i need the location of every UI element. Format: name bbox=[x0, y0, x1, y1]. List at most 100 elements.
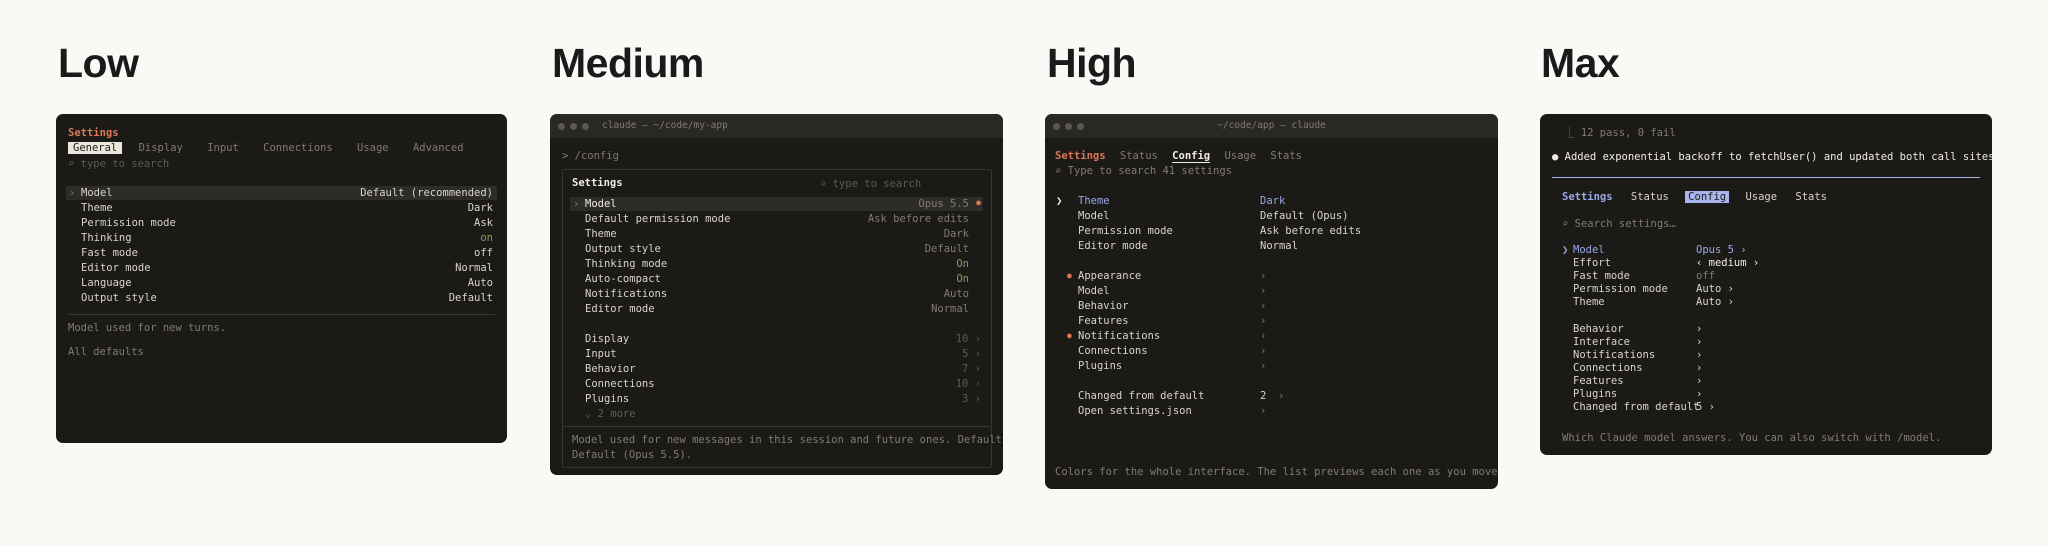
max-setting-value[interactable]: Auto › bbox=[1696, 296, 1734, 308]
low-setting-value[interactable]: Default (recommended) bbox=[360, 187, 493, 199]
max-group-value[interactable]: › bbox=[1696, 362, 1702, 374]
max-setting-label[interactable]: Effort bbox=[1573, 257, 1611, 269]
high-setting-value[interactable]: Dark bbox=[1260, 195, 1285, 207]
max-search-input[interactable]: ⌕ Search settings… bbox=[1562, 218, 1676, 230]
low-tab-advanced[interactable]: Advanced bbox=[413, 142, 464, 154]
max-tab-settings[interactable]: Settings bbox=[1562, 191, 1613, 203]
low-setting-label[interactable]: Thinking bbox=[81, 232, 132, 244]
max-setting-label[interactable]: Theme bbox=[1573, 296, 1605, 308]
medium-group-count[interactable]: 10 › bbox=[956, 333, 981, 345]
max-setting-label[interactable]: Fast mode bbox=[1573, 270, 1630, 282]
low-setting-label[interactable]: Editor mode bbox=[81, 262, 151, 274]
low-setting-value[interactable]: on bbox=[480, 232, 493, 244]
high-group-arrow[interactable]: › bbox=[1260, 330, 1266, 342]
high-setting-value[interactable]: Default (Opus) bbox=[1260, 210, 1349, 222]
low-setting-label[interactable]: Output style bbox=[81, 292, 157, 304]
medium-group-label[interactable]: Connections bbox=[585, 378, 655, 390]
window-minimize-icon[interactable] bbox=[570, 123, 577, 130]
high-group-arrow[interactable]: › bbox=[1260, 315, 1266, 327]
low-tab-input[interactable]: Input bbox=[207, 142, 239, 154]
high-group-arrow[interactable]: › bbox=[1260, 300, 1266, 312]
low-setting-value[interactable]: Normal bbox=[455, 262, 493, 274]
high-changed-count[interactable]: 2 bbox=[1260, 390, 1266, 402]
low-setting-value[interactable]: off bbox=[474, 247, 493, 259]
high-setting-label[interactable]: Editor mode bbox=[1078, 240, 1148, 252]
max-setting-value[interactable]: ‹ medium › bbox=[1696, 257, 1759, 269]
medium-setting-value[interactable]: Normal bbox=[931, 303, 969, 315]
low-search-input[interactable]: ⌕ type to search bbox=[68, 158, 169, 170]
max-setting-label[interactable]: Model bbox=[1573, 244, 1605, 256]
max-group-label[interactable]: Changed from default bbox=[1573, 401, 1699, 413]
low-setting-label[interactable]: Permission mode bbox=[81, 217, 176, 229]
window-close-icon[interactable] bbox=[558, 123, 565, 130]
max-group-value[interactable]: 5 › bbox=[1696, 401, 1715, 413]
high-setting-label[interactable]: Model bbox=[1078, 210, 1110, 222]
medium-setting-label[interactable]: Output style bbox=[585, 243, 661, 255]
medium-search-placeholder[interactable]: ⌕ type to search bbox=[820, 178, 921, 190]
high-setting-label[interactable]: Permission mode bbox=[1078, 225, 1173, 237]
max-tab-stats[interactable]: Stats bbox=[1795, 191, 1827, 203]
high-tab-stats[interactable]: Stats bbox=[1270, 150, 1302, 162]
medium-setting-label[interactable]: Notifications bbox=[585, 288, 667, 300]
high-setting-value[interactable]: Ask before edits bbox=[1260, 225, 1361, 237]
low-setting-value[interactable]: Default bbox=[449, 292, 493, 304]
max-setting-value[interactable]: Opus 5 › bbox=[1696, 244, 1747, 256]
max-group-label[interactable]: Notifications bbox=[1573, 349, 1655, 361]
medium-setting-value[interactable]: Ask before edits bbox=[868, 213, 969, 225]
window-maximize-icon[interactable] bbox=[582, 123, 589, 130]
low-setting-value[interactable]: Dark bbox=[468, 202, 493, 214]
high-setting-value[interactable]: Normal bbox=[1260, 240, 1298, 252]
medium-setting-value[interactable]: Opus 5.5 bbox=[918, 198, 969, 210]
max-group-label[interactable]: Interface bbox=[1573, 336, 1630, 348]
max-group-value[interactable]: › bbox=[1696, 388, 1702, 400]
low-setting-label[interactable]: Language bbox=[81, 277, 132, 289]
max-group-value[interactable]: › bbox=[1696, 323, 1702, 335]
medium-more-link[interactable]: ⌄ 2 more bbox=[585, 408, 636, 420]
medium-setting-value[interactable]: On bbox=[956, 258, 969, 270]
high-group-label[interactable]: Model bbox=[1078, 285, 1110, 297]
max-setting-value[interactable]: Auto › bbox=[1696, 283, 1734, 295]
low-setting-value[interactable]: Auto bbox=[468, 277, 493, 289]
low-setting-value[interactable]: Ask bbox=[474, 217, 493, 229]
high-group-arrow[interactable]: › bbox=[1260, 285, 1266, 297]
max-group-label[interactable]: Plugins bbox=[1573, 388, 1617, 400]
low-tab-connections[interactable]: Connections bbox=[263, 142, 333, 154]
medium-group-label[interactable]: Display bbox=[585, 333, 629, 345]
high-tab-settings[interactable]: Settings bbox=[1055, 150, 1106, 162]
medium-group-count[interactable]: 10 › bbox=[956, 378, 981, 390]
high-group-label[interactable]: Appearance bbox=[1078, 270, 1141, 282]
medium-group-label[interactable]: Behavior bbox=[585, 363, 636, 375]
low-tab-usage[interactable]: Usage bbox=[357, 142, 389, 154]
medium-setting-label[interactable]: Editor mode bbox=[585, 303, 655, 315]
high-tab-usage[interactable]: Usage bbox=[1224, 150, 1256, 162]
max-tab-status[interactable]: Status bbox=[1631, 191, 1669, 203]
low-setting-label[interactable]: Fast mode bbox=[81, 247, 138, 259]
medium-group-count[interactable]: 5 › bbox=[962, 348, 981, 360]
medium-setting-label[interactable]: Theme bbox=[585, 228, 617, 240]
low-setting-label[interactable]: Model bbox=[81, 187, 113, 199]
medium-group-label[interactable]: Input bbox=[585, 348, 617, 360]
max-group-value[interactable]: › bbox=[1696, 349, 1702, 361]
max-group-label[interactable]: Behavior bbox=[1573, 323, 1624, 335]
high-group-label[interactable]: Features bbox=[1078, 315, 1129, 327]
high-group-label[interactable]: Behavior bbox=[1078, 300, 1129, 312]
high-group-arrow[interactable]: › bbox=[1260, 345, 1266, 357]
high-search-input[interactable]: ⌕ Type to search 41 settings bbox=[1055, 165, 1232, 177]
max-group-label[interactable]: Connections bbox=[1573, 362, 1643, 374]
high-setting-label[interactable]: Theme bbox=[1078, 195, 1110, 207]
medium-group-label[interactable]: Plugins bbox=[585, 393, 629, 405]
high-tab-config[interactable]: Config bbox=[1172, 150, 1210, 162]
medium-group-count[interactable]: 7 › bbox=[962, 363, 981, 375]
medium-setting-label[interactable]: Default permission mode bbox=[585, 213, 730, 225]
medium-setting-label[interactable]: Auto-compact bbox=[585, 273, 661, 285]
max-tab-usage[interactable]: Usage bbox=[1745, 191, 1777, 203]
medium-setting-value[interactable]: Dark bbox=[944, 228, 969, 240]
medium-setting-label[interactable]: Model bbox=[585, 198, 617, 210]
medium-setting-value[interactable]: Default bbox=[925, 243, 969, 255]
low-setting-label[interactable]: Theme bbox=[81, 202, 113, 214]
high-group-arrow[interactable]: › bbox=[1260, 270, 1266, 282]
high-group-arrow[interactable]: › bbox=[1260, 360, 1266, 372]
low-tab-display[interactable]: Display bbox=[139, 142, 183, 154]
max-tab-config[interactable]: Config bbox=[1685, 191, 1730, 203]
high-open-settings-json[interactable]: Open settings.json bbox=[1078, 405, 1192, 417]
